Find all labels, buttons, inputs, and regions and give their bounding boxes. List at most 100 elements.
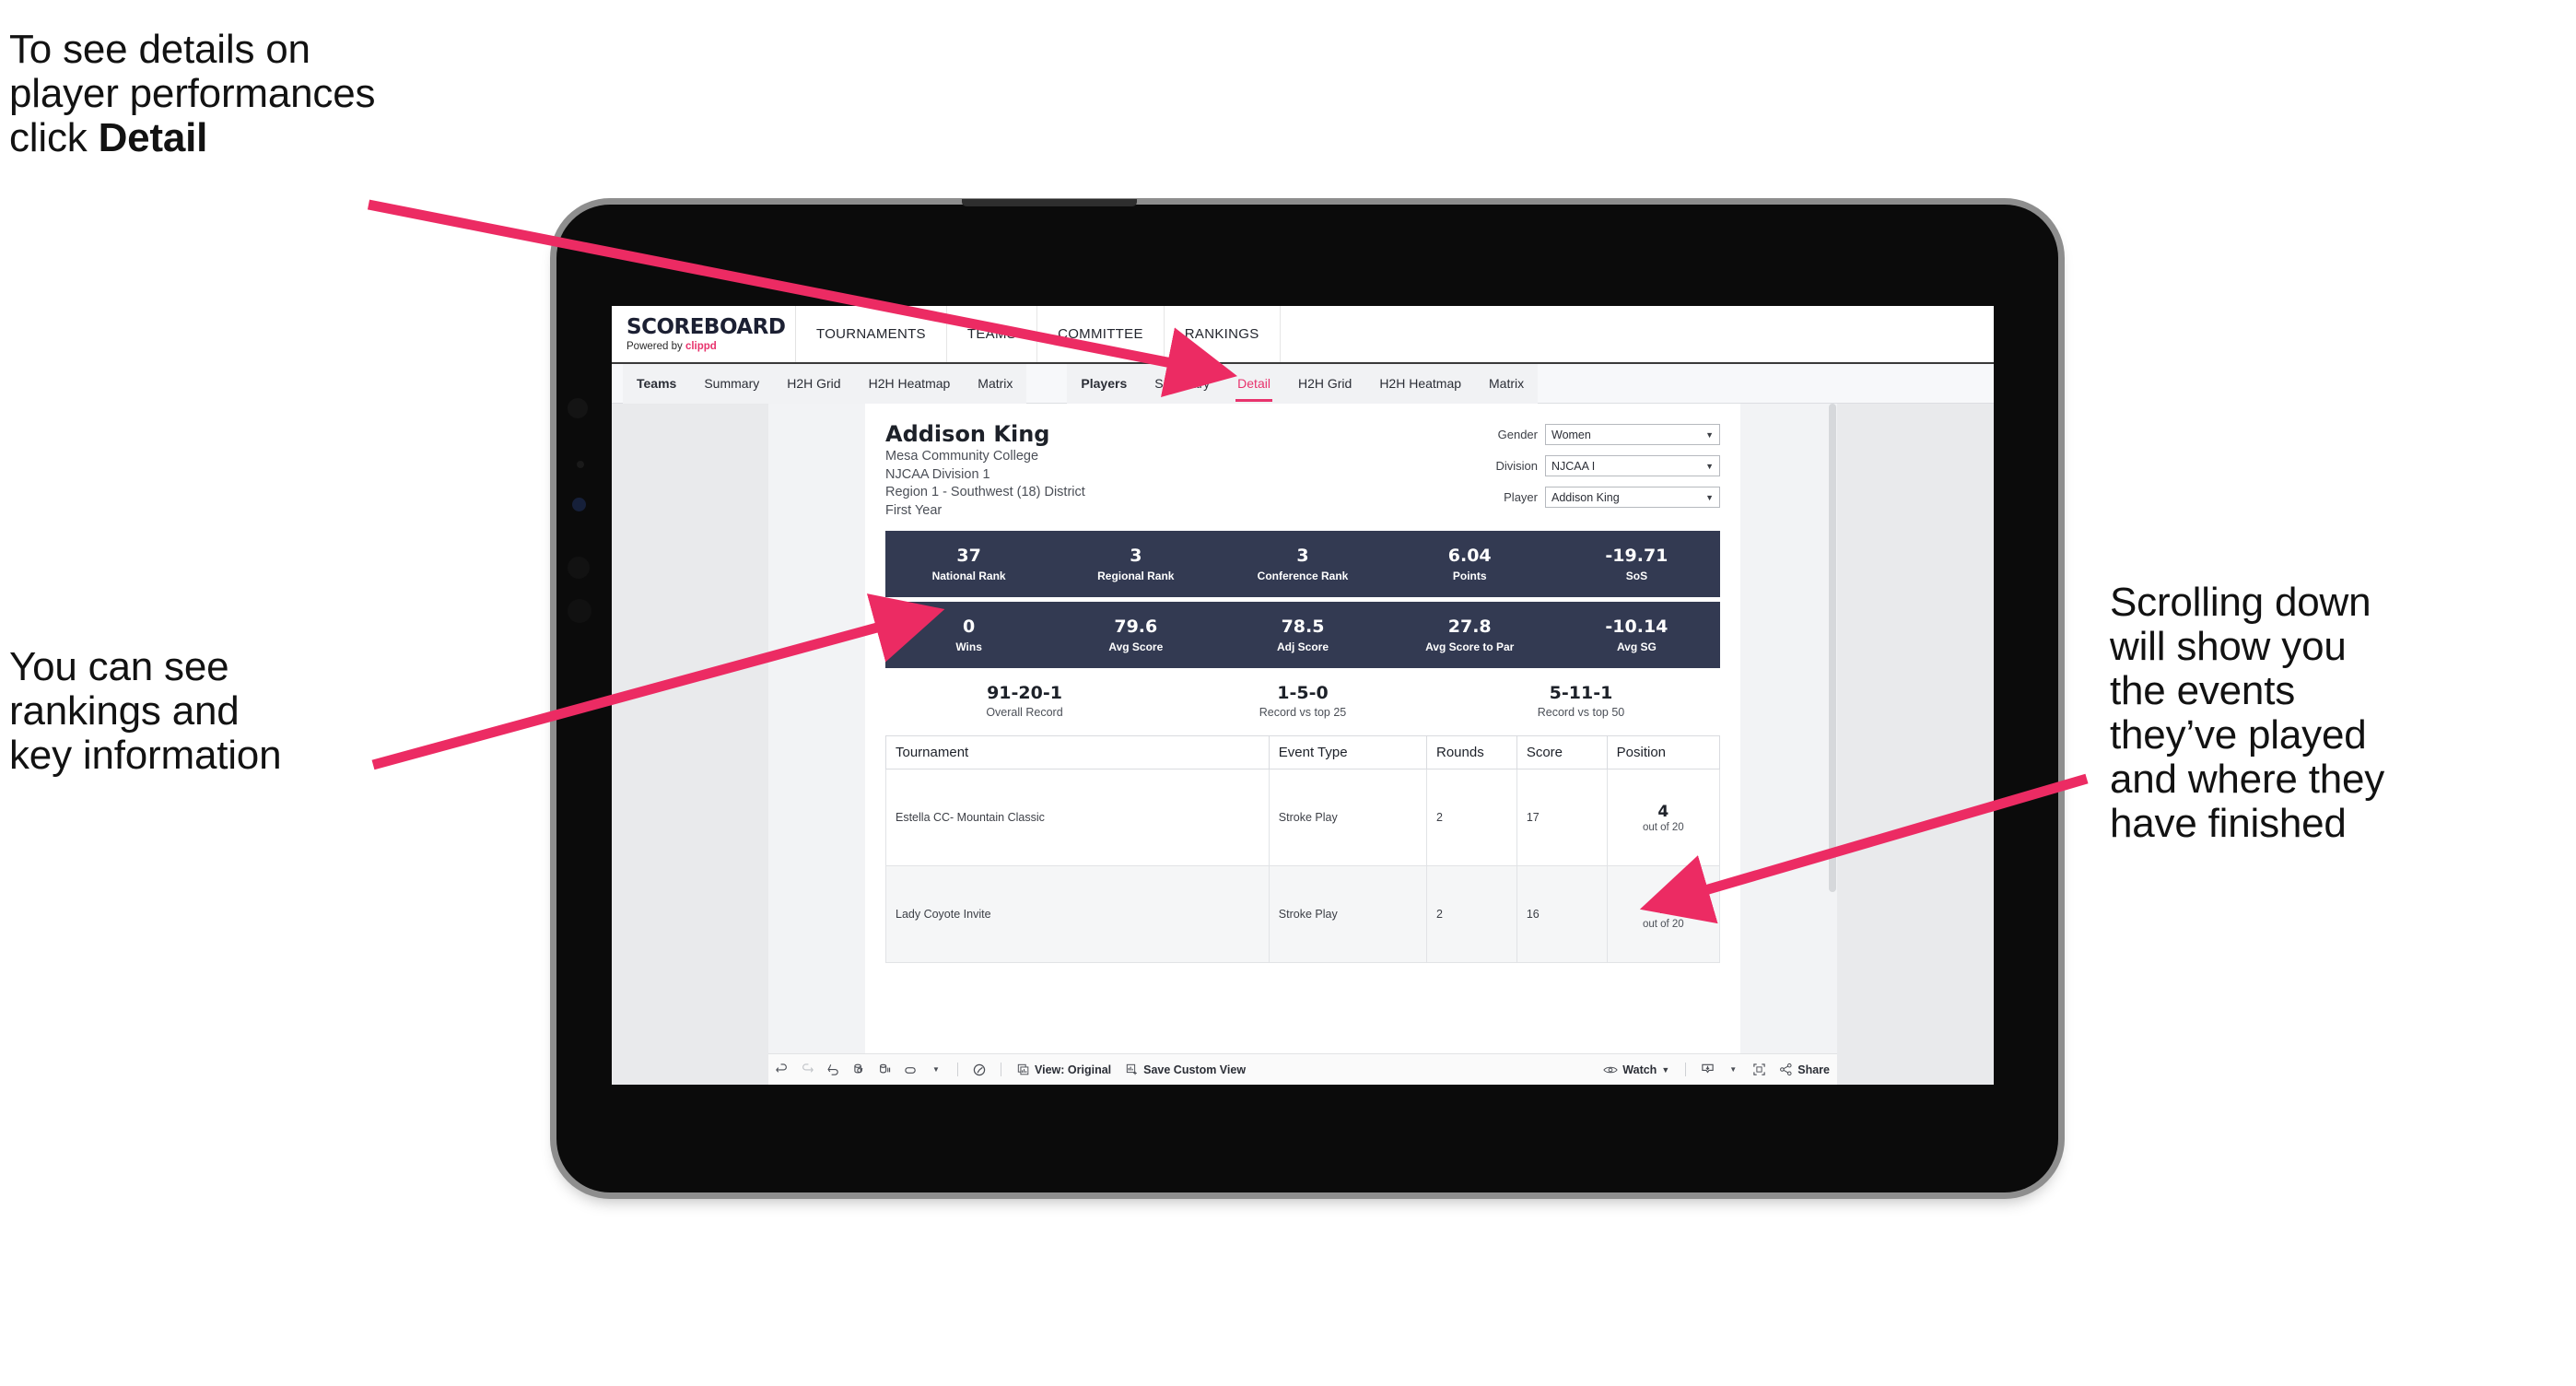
player-detail-card: Addison King Mesa Community College NJCA… [865,404,1740,1085]
kpi-avg-score-to-par: 27.8 Avg Score to Par [1387,617,1553,653]
kpi-value: 78.5 [1281,617,1325,638]
share-label: Share [1797,1063,1830,1076]
tab-teams-h2h-heatmap[interactable]: H2H Heatmap [855,364,965,404]
tab-players-h2h-grid[interactable]: H2H Grid [1284,364,1365,404]
eye-icon [1603,1066,1618,1073]
gender-dropdown[interactable]: Women ▼ [1545,424,1720,445]
vertical-scrollbar[interactable] [1828,404,1837,1085]
tab-label: H2H Heatmap [868,376,951,391]
chevron-down-icon[interactable]: ▼ [923,1054,949,1086]
tournament-results-table: Tournament Event Type Rounds Score Posit… [885,735,1721,964]
annotation-rankings: You can see rankings and key information [9,645,488,778]
player-dropdown[interactable]: Addison King ▼ [1545,487,1720,508]
tab-players[interactable]: Players [1067,364,1141,404]
tab-players-summary[interactable]: Summary [1141,364,1224,404]
pause-auto-update-icon[interactable] [897,1054,923,1086]
filter-player: Player Addison King ▼ [1444,487,1720,508]
column-header-event-type[interactable]: Event Type [1268,735,1428,770]
column-header-rounds[interactable]: Rounds [1426,735,1517,770]
topnav-label: RANKINGS [1184,326,1259,342]
logo-tagline-brand: clippd [685,340,717,352]
division-dropdown[interactable]: NJCAA I ▼ [1545,455,1720,476]
kpi-avg-score: 79.6 Avg Score [1052,617,1219,653]
topnav-label: TEAMS [966,326,1017,342]
fullscreen-icon[interactable] [1746,1054,1772,1086]
pause-data-icon[interactable] [872,1054,897,1086]
player-identity: Addison King Mesa Community College NJCA… [885,420,1085,520]
table-row[interactable]: Lady Coyote Invite Stroke Play 2 16 7 ou… [885,865,1721,964]
kpi-value: 3 [1130,546,1142,567]
tab-teams-matrix[interactable]: Matrix [964,364,1026,404]
record-value: 91-20-1 [987,683,1062,704]
tablet-speaker [962,199,1137,206]
tab-teams[interactable]: Teams [623,364,690,404]
annotation-scrolling-line5: and where they [2110,756,2385,802]
tablet-sensor-icon [577,461,584,468]
tablet-device-frame: SCOREBOARD Powered by clippd TOURNAMENTS… [556,199,2058,1192]
tab-players-matrix[interactable]: Matrix [1475,364,1538,404]
record-label: Record vs top 50 [1537,706,1625,720]
tab-label: H2H Grid [1297,376,1352,391]
column-header-tournament[interactable]: Tournament [885,735,1270,770]
topnav-item-rankings[interactable]: RANKINGS [1165,306,1281,362]
filter-gender: Gender Women ▼ [1444,424,1720,445]
record-label: Overall Record [986,706,1063,720]
kpi-label: Points [1452,570,1487,583]
table-row[interactable]: Estella CC- Mountain Classic Stroke Play… [885,769,1721,867]
annotation-rankings-line2: rankings and [9,687,240,734]
revert-icon[interactable] [820,1054,846,1086]
dashboard-workspace: Addison King Mesa Community College NJCA… [612,404,1994,1085]
column-header-position[interactable]: Position [1606,735,1721,770]
tab-players-h2h-heatmap[interactable]: H2H Heatmap [1365,364,1475,404]
topnav-item-committee[interactable]: COMMITTEE [1037,306,1165,362]
pause-refresh-icon[interactable] [966,1054,992,1086]
scrollbar-thumb[interactable] [1829,404,1836,892]
cell-score: 16 [1516,865,1608,964]
cell-rounds: 2 [1426,769,1517,867]
player-header: Addison King Mesa Community College NJCA… [885,420,1720,520]
kpi-value: 27.8 [1447,617,1492,638]
watch-button[interactable]: Watch ▼ [1596,1063,1677,1076]
annotation-scrolling-line6: have finished [2110,800,2347,846]
tablet-volume-up-button[interactable] [568,557,590,579]
topnav-item-tournaments[interactable]: TOURNAMENTS [796,306,947,362]
tab-teams-h2h-grid[interactable]: H2H Grid [773,364,854,404]
refresh-data-icon[interactable] [846,1054,872,1086]
tab-teams-summary[interactable]: Summary [690,364,773,404]
annotation-scrolling: Scrolling down will show you the events … [2110,581,2543,846]
division-dropdown-value: NJCAA I [1551,459,1596,473]
column-header-score[interactable]: Score [1516,735,1608,770]
kpi-label: Regional Rank [1097,570,1175,583]
logo-tagline: Powered by clippd [626,341,795,352]
record-vs-top-50: 5-11-1 Record vs top 50 [1442,683,1720,719]
cell-rounds: 2 [1426,865,1517,964]
kpi-sos: -19.71 SoS [1553,546,1720,582]
kpi-points: 6.04 Points [1387,546,1553,582]
download-icon[interactable] [1694,1054,1720,1086]
save-custom-view-button[interactable]: Save Custom View [1118,1063,1253,1076]
kpi-value: 0 [962,617,976,638]
kpi-label: SoS [1625,570,1648,583]
view-original-button[interactable]: View: Original [1010,1063,1118,1076]
kpi-conference-rank: 3 Conference Rank [1219,546,1386,582]
annotation-detail: To see details on player performances cl… [9,28,617,160]
player-school: Mesa Community College [885,449,1039,464]
redo-icon[interactable] [794,1054,820,1086]
kpi-label: Wins [955,640,982,654]
tab-players-detail[interactable]: Detail [1224,364,1284,404]
undo-icon[interactable] [768,1054,794,1086]
annotation-detail-line3-bold: Detail [98,114,208,160]
topnav-item-teams[interactable]: TEAMS [947,306,1038,362]
scoreboard-logo[interactable]: SCOREBOARD Powered by clippd [612,306,796,362]
kpi-label: Avg Score [1108,640,1164,654]
tab-label: Detail [1237,376,1270,391]
player-division: NJCAA Division 1 [885,466,990,482]
chevron-down-icon[interactable]: ▼ [1720,1054,1746,1086]
share-button[interactable]: Share [1772,1063,1837,1076]
tab-label: Matrix [978,376,1013,391]
kpi-value: 79.6 [1114,617,1158,638]
cell-event-type: Stroke Play [1268,865,1428,964]
tablet-volume-down-button[interactable] [568,599,591,623]
cell-position: 7 out of 20 [1606,865,1721,964]
tablet-lens-icon [572,498,586,511]
